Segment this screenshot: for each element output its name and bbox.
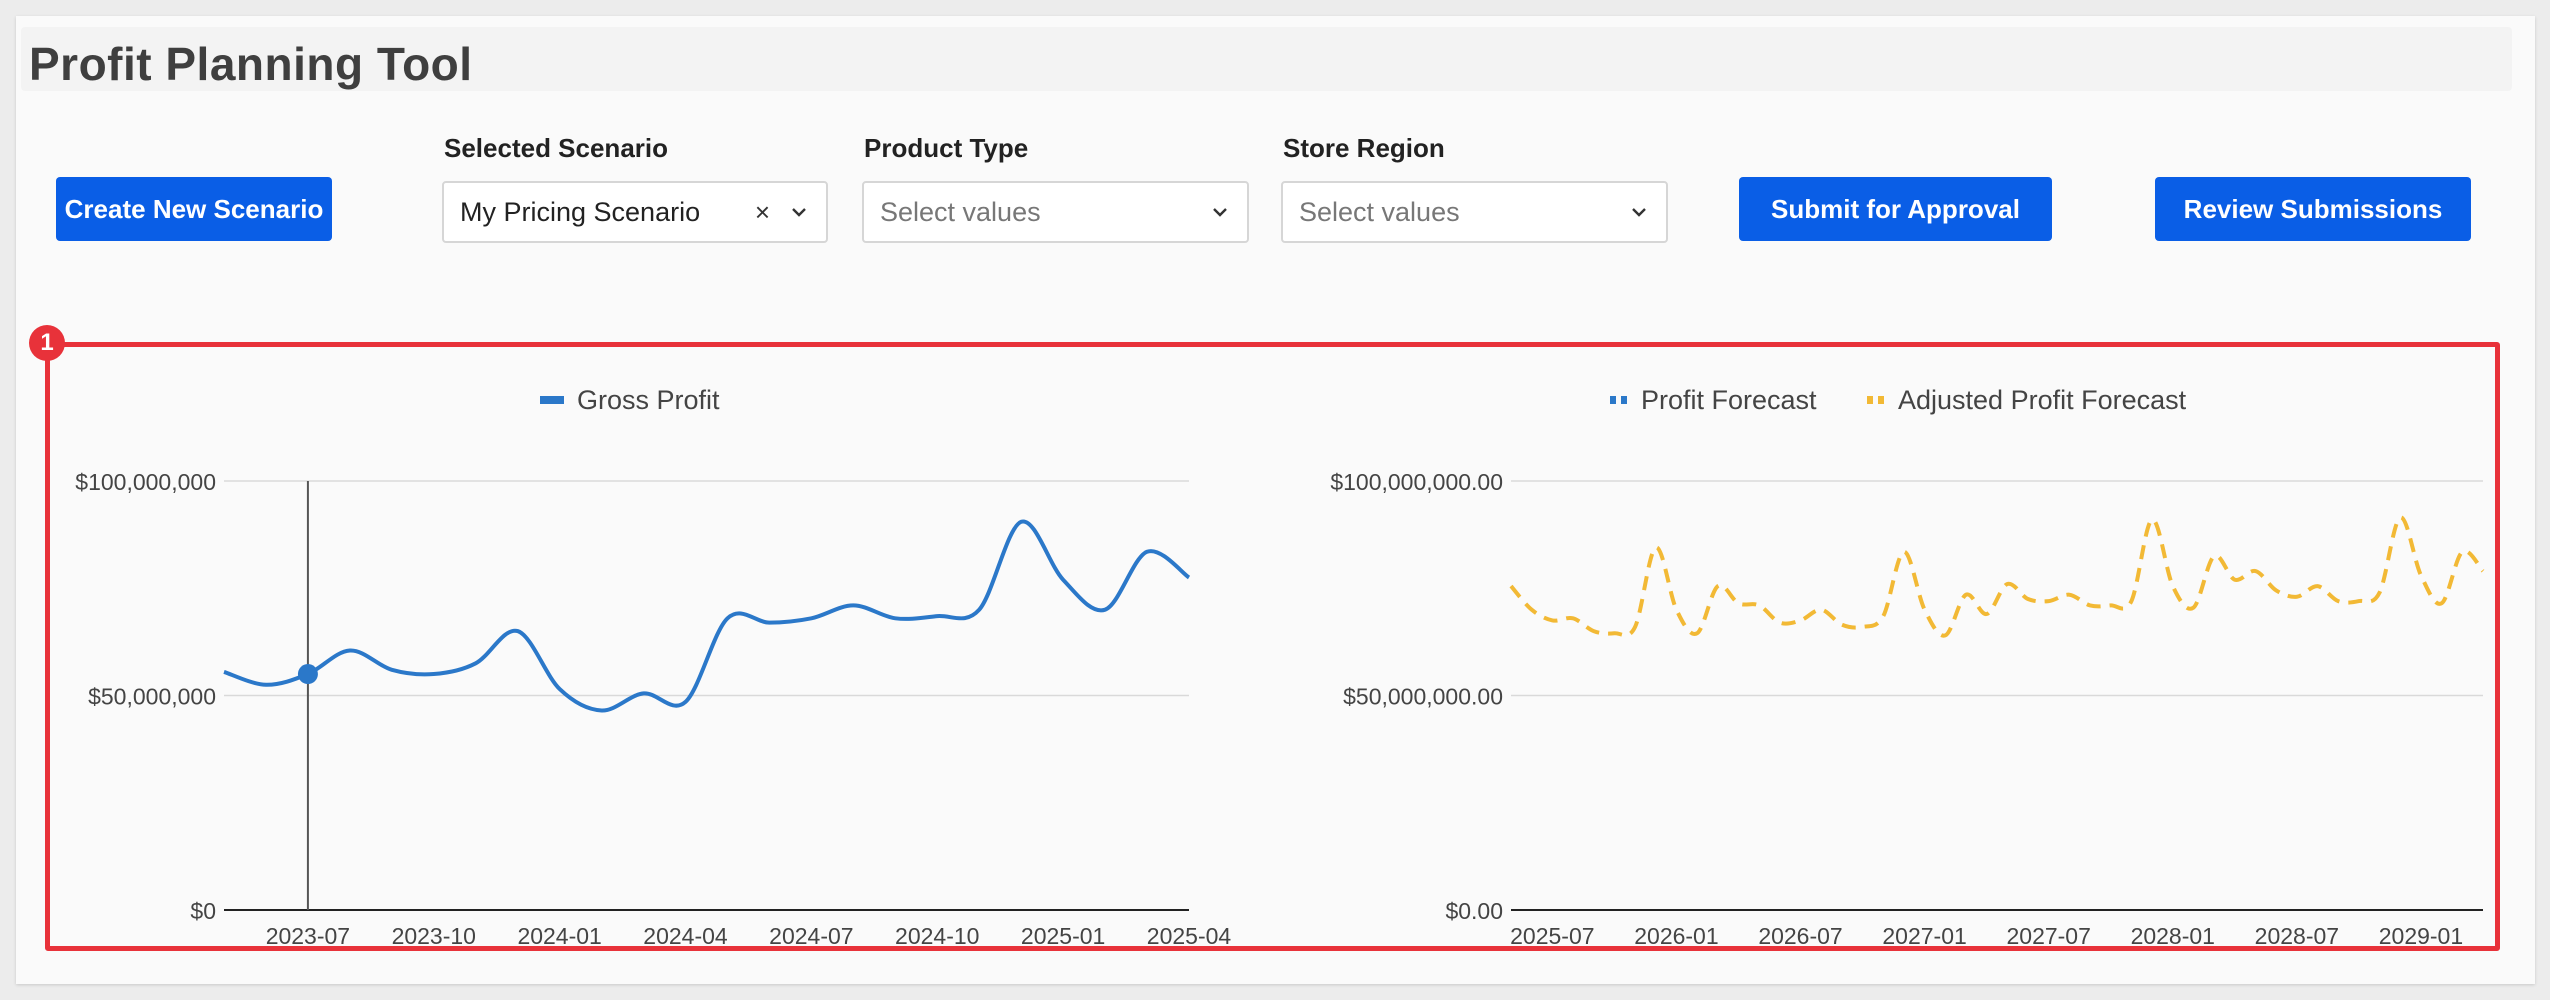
chevron-down-icon[interactable] (1209, 201, 1231, 223)
highlight-box (45, 342, 2500, 951)
selected-scenario-label: Selected Scenario (444, 133, 668, 163)
store-region-label: Store Region (1283, 133, 1445, 163)
submit-for-approval-button[interactable]: Submit for Approval (1739, 177, 2052, 241)
selected-scenario-value: My Pricing Scenario (460, 196, 701, 227)
chevron-down-icon[interactable] (788, 201, 810, 223)
store-region-placeholder: Select values (1299, 196, 1460, 227)
title-bar: Profit Planning Tool (21, 27, 2512, 91)
chevron-down-icon[interactable] (1628, 201, 1650, 223)
selected-scenario-select[interactable]: My Pricing Scenario × (442, 181, 828, 243)
store-region-select[interactable]: Select values (1281, 181, 1668, 243)
clear-icon[interactable]: × (755, 197, 770, 228)
product-type-placeholder: Select values (880, 196, 1041, 227)
review-submissions-button[interactable]: Review Submissions (2155, 177, 2471, 241)
create-new-scenario-button[interactable]: Create New Scenario (56, 177, 332, 241)
product-type-label: Product Type (864, 133, 1029, 163)
annotation-badge: 1 (29, 325, 65, 361)
dashboard-page: Profit Planning Tool Create New Scenario… (16, 16, 2535, 984)
page-title: Profit Planning Tool (29, 38, 473, 90)
product-type-select[interactable]: Select values (862, 181, 1249, 243)
